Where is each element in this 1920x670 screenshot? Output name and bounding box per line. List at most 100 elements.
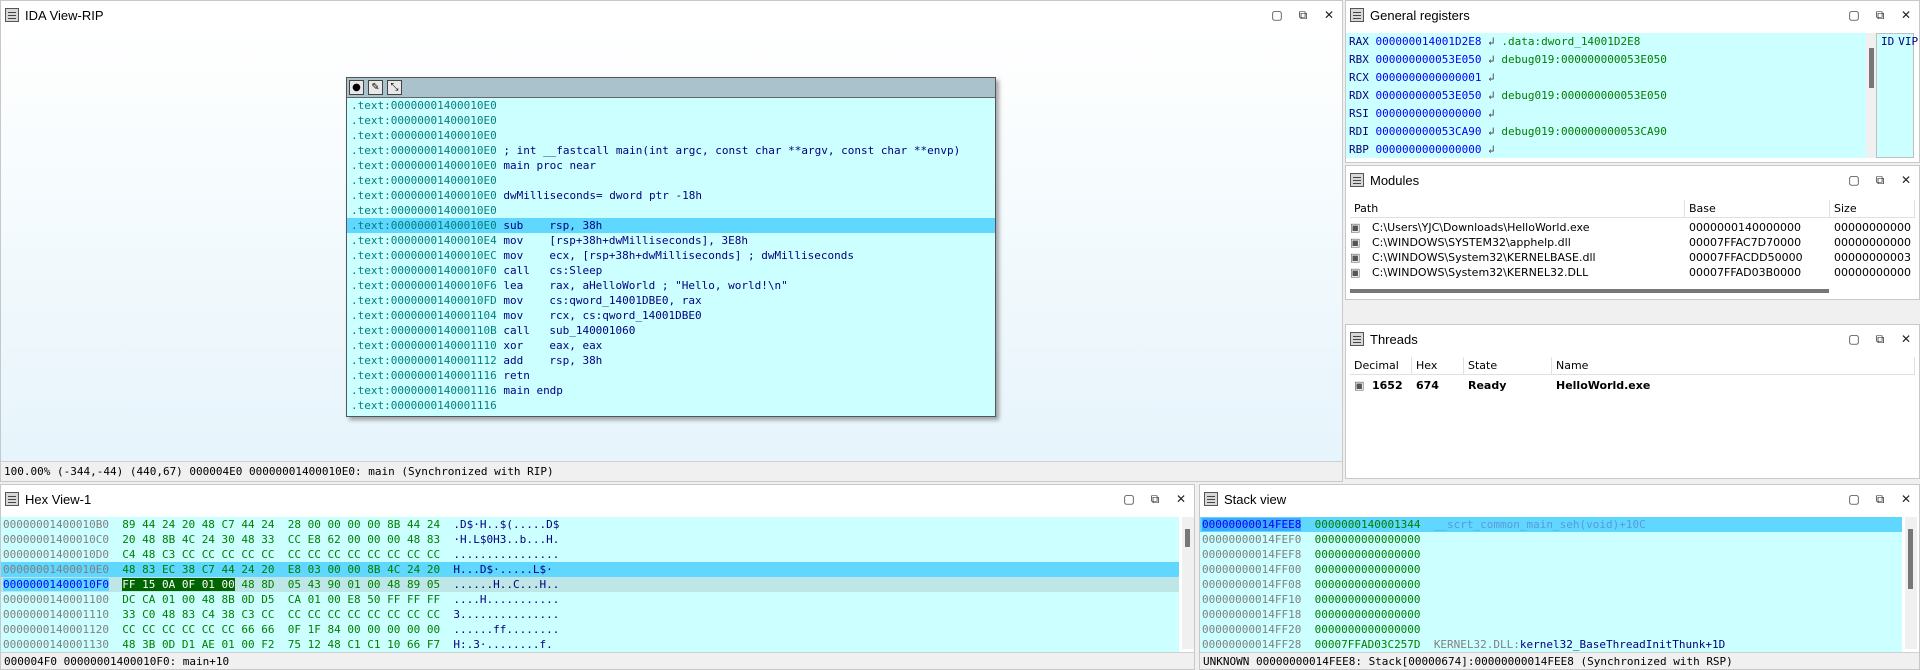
hex-scrollbar[interactable] (1182, 517, 1194, 649)
code-line[interactable]: .text:00000001400010E0 (347, 113, 995, 128)
module-row[interactable]: ▣ C:\WINDOWS\System32\KERNELBASE.dll 00007… (1350, 250, 1911, 265)
register-row[interactable]: RBX 000000000053E050 ↲ debug019:00000000… (1346, 51, 1866, 69)
register-row[interactable]: RAX 000000014001D2E8 ↲ .data:dword_14001… (1346, 33, 1866, 51)
register-row[interactable]: RDI 000000000053CA90 ↲ debug019:00000000… (1346, 123, 1866, 141)
code-line[interactable]: .text:0000000140001116 retn (347, 368, 995, 383)
code-line[interactable]: .text:00000001400010EC mov ecx, [rsp+38h+… (347, 248, 995, 263)
register-reference[interactable]: debug019:000000000053E050 (1501, 53, 1667, 66)
jump-arrow-icon[interactable]: ↲ (1481, 143, 1501, 156)
registers-titlebar[interactable]: General registers ▢ ⧉ ✕ (1346, 1, 1919, 29)
jump-arrow-icon[interactable]: ↲ (1481, 125, 1501, 138)
stack-value[interactable]: 0000000000000000 (1315, 548, 1421, 561)
module-row[interactable]: ▣C:\Windows\System32\ntdll.dll00007FFAD0… (1350, 280, 1911, 282)
maximize-icon[interactable]: ▢ (1845, 172, 1863, 188)
jump-arrow-icon[interactable]: ↲ (1481, 35, 1501, 48)
column-path[interactable]: Path (1350, 200, 1685, 217)
code-line[interactable]: .text:00000001400010E0 (347, 128, 995, 143)
register-row[interactable]: RDX 000000000053E050 ↲ debug019:00000000… (1346, 87, 1866, 105)
code-line[interactable]: .text:00000001400010E0 sub rsp, 38h (347, 218, 995, 233)
restore-icon[interactable]: ⧉ (1871, 172, 1889, 188)
stack-value[interactable]: 0000000000000000 (1315, 608, 1421, 621)
code-line[interactable]: .text:00000001400010F0 call cs:Sleep (347, 263, 995, 278)
stack-row[interactable]: 00000000014FF10 0000000000000000 (1200, 592, 1902, 607)
threads-titlebar[interactable]: Threads ▢ ⧉ ✕ (1346, 325, 1919, 353)
stack-row[interactable]: 00000000014FEE8 0000000140001344 __scrt_… (1200, 517, 1902, 532)
stack-reference[interactable]: __scrt_common_main_seh(void)+10C (1434, 518, 1646, 531)
maximize-icon[interactable]: ▢ (1845, 491, 1863, 507)
hex-bytes[interactable]: 89 44 24 20 48 C7 44 24 28 00 00 00 00 8… (122, 518, 440, 531)
code-line[interactable]: .text:0000000140001116 (347, 398, 995, 413)
hex-ascii[interactable]: H:.3·........f. (453, 638, 552, 651)
node-color-icon[interactable]: ● (349, 80, 364, 95)
code-line[interactable]: .text:00000001400010E0 main proc near (347, 158, 995, 173)
stack-value[interactable]: 00007FFAD03C257D (1315, 638, 1421, 651)
stack-row[interactable]: 00000000014FF28 00007FFAD03C257D KERNEL3… (1200, 637, 1902, 652)
node-group-icon[interactable]: ⤡ (387, 80, 402, 95)
restore-icon[interactable]: ⧉ (1871, 331, 1889, 347)
code-line[interactable]: .text:00000001400010E4 mov [rsp+38h+dwMil… (347, 233, 995, 248)
maximize-icon[interactable]: ▢ (1268, 7, 1286, 23)
column-name[interactable]: Name (1552, 357, 1915, 374)
code-line[interactable]: .text:0000000140001116 main endp (347, 383, 995, 398)
stack-value[interactable]: 0000000000000000 (1315, 593, 1421, 606)
maximize-icon[interactable]: ▢ (1845, 331, 1863, 347)
register-list[interactable]: RAX 000000014001D2E8 ↲ .data:dword_14001… (1346, 33, 1866, 158)
hex-dump[interactable]: 00000001400010B0 89 44 24 20 48 C7 44 24… (1, 517, 1179, 655)
register-reference[interactable]: debug019:000000000053CA90 (1501, 125, 1667, 138)
hex-bytes[interactable]: 20 48 8B 4C 24 30 48 33 CC E8 62 00 00 0… (122, 533, 440, 546)
code-line[interactable]: .text:000000014000110B call sub_140001060 (347, 323, 995, 338)
threads-list[interactable]: ▣ 1652 674 Ready HelloWorld.exe (1350, 377, 1915, 395)
register-value[interactable]: 000000014001D2E8 (1376, 35, 1482, 48)
code-line[interactable]: .text:0000000140001110 xor eax, eax (347, 338, 995, 353)
hex-ascii[interactable]: H...D$·.....L$· (453, 563, 552, 576)
module-row[interactable]: ▣ C:\Users\YJC\Downloads\HelloWorld.exe 00… (1350, 220, 1911, 235)
jump-arrow-icon[interactable]: ↲ (1481, 89, 1501, 102)
stack-value[interactable]: 0000000140001344 (1315, 518, 1421, 531)
register-value[interactable]: 000000000053CA90 (1376, 125, 1482, 138)
modules-hscrollbar[interactable] (1350, 289, 1829, 293)
code-line[interactable]: .text:0000000140001112 add rsp, 38h (347, 353, 995, 368)
hex-bytes[interactable]: 48 83 EC 38 C7 44 24 20 E8 03 00 00 8B 4… (122, 563, 440, 576)
column-base[interactable]: Base (1685, 200, 1830, 217)
stack-scrollbar[interactable] (1905, 517, 1917, 649)
stack-row[interactable]: 00000000014FF18 0000000000000000 (1200, 607, 1902, 622)
jump-arrow-icon[interactable]: ↲ (1481, 107, 1501, 120)
flags-list[interactable]: IDVIPVIFACVMRFNT (1876, 33, 1918, 158)
code-line[interactable]: .text:00000001400010E0 dwMilliseconds= d… (347, 188, 995, 203)
node-rename-icon[interactable]: ✎ (368, 80, 383, 95)
close-icon[interactable]: ✕ (1897, 172, 1915, 188)
modules-titlebar[interactable]: Modules ▢ ⧉ ✕ (1346, 166, 1919, 194)
ida-view-titlebar[interactable]: IDA View-RIP ▢ ⧉ ✕ (1, 1, 1342, 29)
hex-bytes[interactable]: 48 8D 05 43 90 01 00 48 89 05 (235, 578, 440, 591)
hex-row[interactable]: 00000001400010C0 20 48 8B 4C 24 30 48 33… (1, 532, 1179, 547)
register-row[interactable]: RSI 0000000000000000 ↲ (1346, 105, 1866, 123)
column-size[interactable]: Size (1830, 200, 1915, 217)
register-row[interactable]: RBP 0000000000000000 ↲ (1346, 141, 1866, 159)
hex-row[interactable]: 0000000140001100 DC CA 01 00 48 8B 0D D5… (1, 592, 1179, 607)
column-state[interactable]: State (1464, 357, 1552, 374)
code-line[interactable]: .text:00000001400010FD mov cs:qword_14001… (347, 293, 995, 308)
restore-icon[interactable]: ⧉ (1294, 7, 1312, 23)
module-row[interactable]: ▣ C:\WINDOWS\SYSTEM32\apphelp.dll 00007FFA… (1350, 235, 1911, 250)
code-line[interactable]: .text:00000001400010F6 lea rax, aHelloWor… (347, 278, 995, 293)
stack-row[interactable]: 00000000014FEF0 0000000000000000 (1200, 532, 1902, 547)
hex-ascii[interactable]: ......ff........ (453, 623, 559, 636)
code-line[interactable]: .text:00000001400010E0 ; int __fastcall … (347, 143, 995, 158)
code-line[interactable]: .text:00000001400010E0 (347, 173, 995, 188)
register-reference[interactable]: .data:dword_14001D2E8 (1501, 35, 1640, 48)
hex-bytes[interactable]: 48 3B 0D D1 AE 01 00 F2 75 12 48 C1 C1 1… (122, 638, 440, 651)
register-value[interactable]: 000000000053E050 (1376, 53, 1482, 66)
hex-bytes[interactable]: DC CA 01 00 48 8B 0D D5 CA 01 00 E8 50 F… (122, 593, 440, 606)
register-reference[interactable]: debug019:000000000053E050 (1501, 89, 1667, 102)
hex-ascii[interactable]: .D$·H..$(.....D$ (453, 518, 559, 531)
stack-listing[interactable]: 00000000014FEE8 0000000140001344 __scrt_… (1200, 517, 1902, 655)
hex-bytes[interactable]: 33 C0 48 83 C4 38 C3 CC CC CC CC CC CC C… (122, 608, 440, 621)
hex-row[interactable]: 00000001400010F0 FF 15 0A 0F 01 00 48 8D… (1, 577, 1179, 592)
maximize-icon[interactable]: ▢ (1120, 491, 1138, 507)
register-value[interactable]: 0000000000000001 (1376, 71, 1482, 84)
hex-ascii[interactable]: ................ (453, 548, 559, 561)
restore-icon[interactable]: ⧉ (1871, 7, 1889, 23)
register-value[interactable]: 0000000000000000 (1376, 107, 1482, 120)
hex-row[interactable]: 00000001400010E0 48 83 EC 38 C7 44 24 20… (1, 562, 1179, 577)
flag-vip[interactable]: VIP (1894, 35, 1918, 48)
